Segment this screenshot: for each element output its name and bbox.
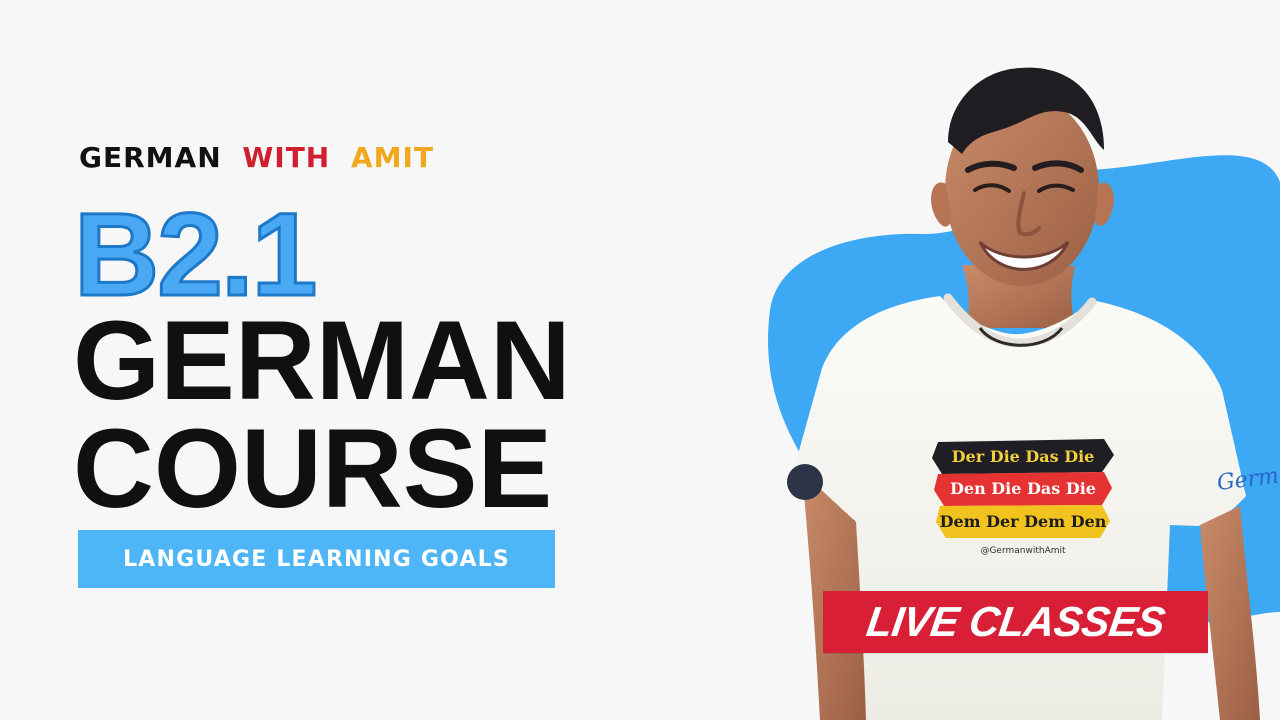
subtitle-text: LANGUAGE LEARNING GOALS — [123, 546, 510, 572]
brand-title-german: GERMAN — [79, 141, 222, 174]
live-badge: LIVE CLASSES — [823, 591, 1208, 653]
course-level: B2.1 — [72, 189, 318, 321]
print-line-2: Den Die Das Die — [950, 479, 1096, 498]
thumbnail-canvas: GERMAN WITH AMIT B2.1 GERMAN COURSE LANG… — [0, 0, 1280, 720]
print-line-1: Der Die Das Die — [952, 447, 1095, 466]
subtitle-banner: LANGUAGE LEARNING GOALS — [78, 530, 555, 588]
course-title-line-2: COURSE — [73, 406, 553, 531]
brand-title: GERMAN WITH AMIT — [79, 141, 434, 174]
print-handle: @GermanwithAmit — [980, 546, 1066, 556]
brand-title-with: WITH — [242, 141, 331, 174]
course-title-line-1: GERMAN — [73, 298, 571, 423]
brand-title-amit: AMIT — [350, 141, 435, 174]
live-badge-text: LIVE CLASSES — [863, 598, 1168, 645]
print-line-3: Dem Der Dem Den — [940, 512, 1107, 531]
sleeve-patch-left — [787, 464, 823, 500]
